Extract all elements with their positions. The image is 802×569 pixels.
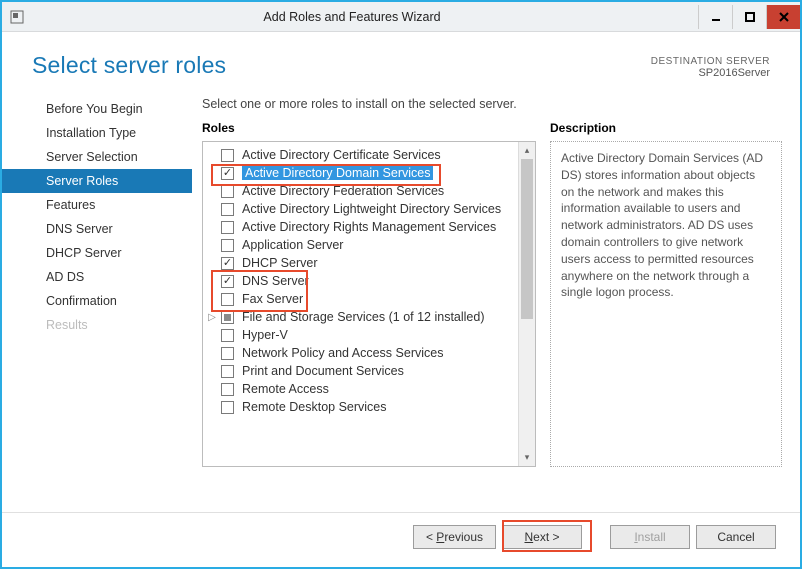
role-item[interactable]: Hyper-V <box>203 326 535 344</box>
header: Select server roles DESTINATION SERVER S… <box>2 32 800 87</box>
role-checkbox[interactable] <box>221 293 234 306</box>
sidebar-item-before-you-begin[interactable]: Before You Begin <box>2 97 192 121</box>
page-title: Select server roles <box>32 52 226 79</box>
role-label: Network Policy and Access Services <box>242 346 443 360</box>
role-label: DHCP Server <box>242 256 317 270</box>
role-label: Fax Server <box>242 292 303 306</box>
role-label: Remote Desktop Services <box>242 400 387 414</box>
role-label: Print and Document Services <box>242 364 404 378</box>
role-item[interactable]: Active Directory Lightweight Directory S… <box>203 200 535 218</box>
footer-buttons: < Previous Next > Install Cancel <box>2 512 800 560</box>
roles-listbox: Active Directory Certificate Services Act… <box>202 141 536 467</box>
sidebar-item-dns-server[interactable]: DNS Server <box>2 217 192 241</box>
role-label: Remote Access <box>242 382 329 396</box>
role-item[interactable]: Active Directory Federation Services <box>203 182 535 200</box>
role-checkbox[interactable] <box>221 347 234 360</box>
role-checkbox[interactable] <box>221 311 234 324</box>
description-heading: Description <box>550 121 782 135</box>
role-checkbox[interactable] <box>221 167 234 180</box>
install-button: Install <box>610 525 690 549</box>
expand-icon[interactable]: ▷ <box>207 312 217 322</box>
role-item[interactable]: ▷ File and Storage Services (1 of 12 inst… <box>203 308 535 326</box>
role-label: File and Storage Services (1 of 12 insta… <box>242 310 485 324</box>
close-button[interactable] <box>766 5 800 29</box>
window-title: Add Roles and Features Wizard <box>26 10 698 24</box>
app-icon <box>8 8 26 26</box>
scroll-thumb[interactable] <box>521 159 533 319</box>
description-text: Active Directory Domain Services (AD DS)… <box>550 141 782 467</box>
role-item[interactable]: Active Directory Rights Management Servi… <box>203 218 535 236</box>
role-label: DNS Server <box>242 274 309 288</box>
role-checkbox[interactable] <box>221 257 234 270</box>
sidebar-item-ad-ds[interactable]: AD DS <box>2 265 192 289</box>
role-checkbox[interactable] <box>221 239 234 252</box>
role-checkbox[interactable] <box>221 221 234 234</box>
scroll-down-icon[interactable]: ▾ <box>519 449 535 466</box>
previous-button[interactable]: < Previous <box>413 525 496 549</box>
role-label: Hyper-V <box>242 328 288 342</box>
main-panel: Select one or more roles to install on t… <box>192 87 800 512</box>
scroll-track[interactable] <box>519 159 535 449</box>
role-item[interactable]: Active Directory Domain Services <box>203 164 535 182</box>
role-label: Active Directory Rights Management Servi… <box>242 220 496 234</box>
title-bar: Add Roles and Features Wizard <box>2 2 800 32</box>
minimize-button[interactable] <box>698 5 732 29</box>
role-label: Active Directory Certificate Services <box>242 148 441 162</box>
destination-name: SP2016Server <box>651 67 770 79</box>
role-checkbox[interactable] <box>221 275 234 288</box>
role-checkbox[interactable] <box>221 383 234 396</box>
instruction-text: Select one or more roles to install on t… <box>202 97 782 111</box>
sidebar-item-dhcp-server[interactable]: DHCP Server <box>2 241 192 265</box>
wizard-sidebar: Before You Begin Installation Type Serve… <box>2 87 192 512</box>
role-item[interactable]: DNS Server <box>203 272 535 290</box>
destination-label: DESTINATION SERVER <box>651 56 770 67</box>
role-item[interactable]: DHCP Server <box>203 254 535 272</box>
sidebar-item-results: Results <box>2 313 192 337</box>
next-button[interactable]: Next > <box>502 525 582 549</box>
role-label: Active Directory Federation Services <box>242 184 444 198</box>
role-checkbox[interactable] <box>221 329 234 342</box>
sidebar-item-server-selection[interactable]: Server Selection <box>2 145 192 169</box>
sidebar-item-server-roles[interactable]: Server Roles <box>2 169 192 193</box>
scroll-up-icon[interactable]: ▴ <box>519 142 535 159</box>
sidebar-item-installation-type[interactable]: Installation Type <box>2 121 192 145</box>
maximize-button[interactable] <box>732 5 766 29</box>
role-item[interactable]: Active Directory Certificate Services <box>203 146 535 164</box>
roles-scrollbar[interactable]: ▴ ▾ <box>518 142 535 466</box>
role-checkbox[interactable] <box>221 365 234 378</box>
role-checkbox[interactable] <box>221 185 234 198</box>
role-item[interactable]: Fax Server <box>203 290 535 308</box>
sidebar-item-features[interactable]: Features <box>2 193 192 217</box>
role-label: Active Directory Domain Services <box>242 166 433 180</box>
roles-heading: Roles <box>202 121 536 135</box>
role-label: Application Server <box>242 238 343 252</box>
cancel-button[interactable]: Cancel <box>696 525 776 549</box>
window-controls <box>698 5 800 29</box>
role-item[interactable]: Network Policy and Access Services <box>203 344 535 362</box>
destination-server: DESTINATION SERVER SP2016Server <box>651 56 770 79</box>
role-checkbox[interactable] <box>221 203 234 216</box>
role-checkbox[interactable] <box>221 401 234 414</box>
role-item[interactable]: Remote Access <box>203 380 535 398</box>
role-label: Active Directory Lightweight Directory S… <box>242 202 501 216</box>
role-item[interactable]: Application Server <box>203 236 535 254</box>
role-item[interactable]: Remote Desktop Services <box>203 398 535 416</box>
role-item[interactable]: Print and Document Services <box>203 362 535 380</box>
content-area: Before You Begin Installation Type Serve… <box>2 87 800 512</box>
sidebar-item-confirmation[interactable]: Confirmation <box>2 289 192 313</box>
role-checkbox[interactable] <box>221 149 234 162</box>
